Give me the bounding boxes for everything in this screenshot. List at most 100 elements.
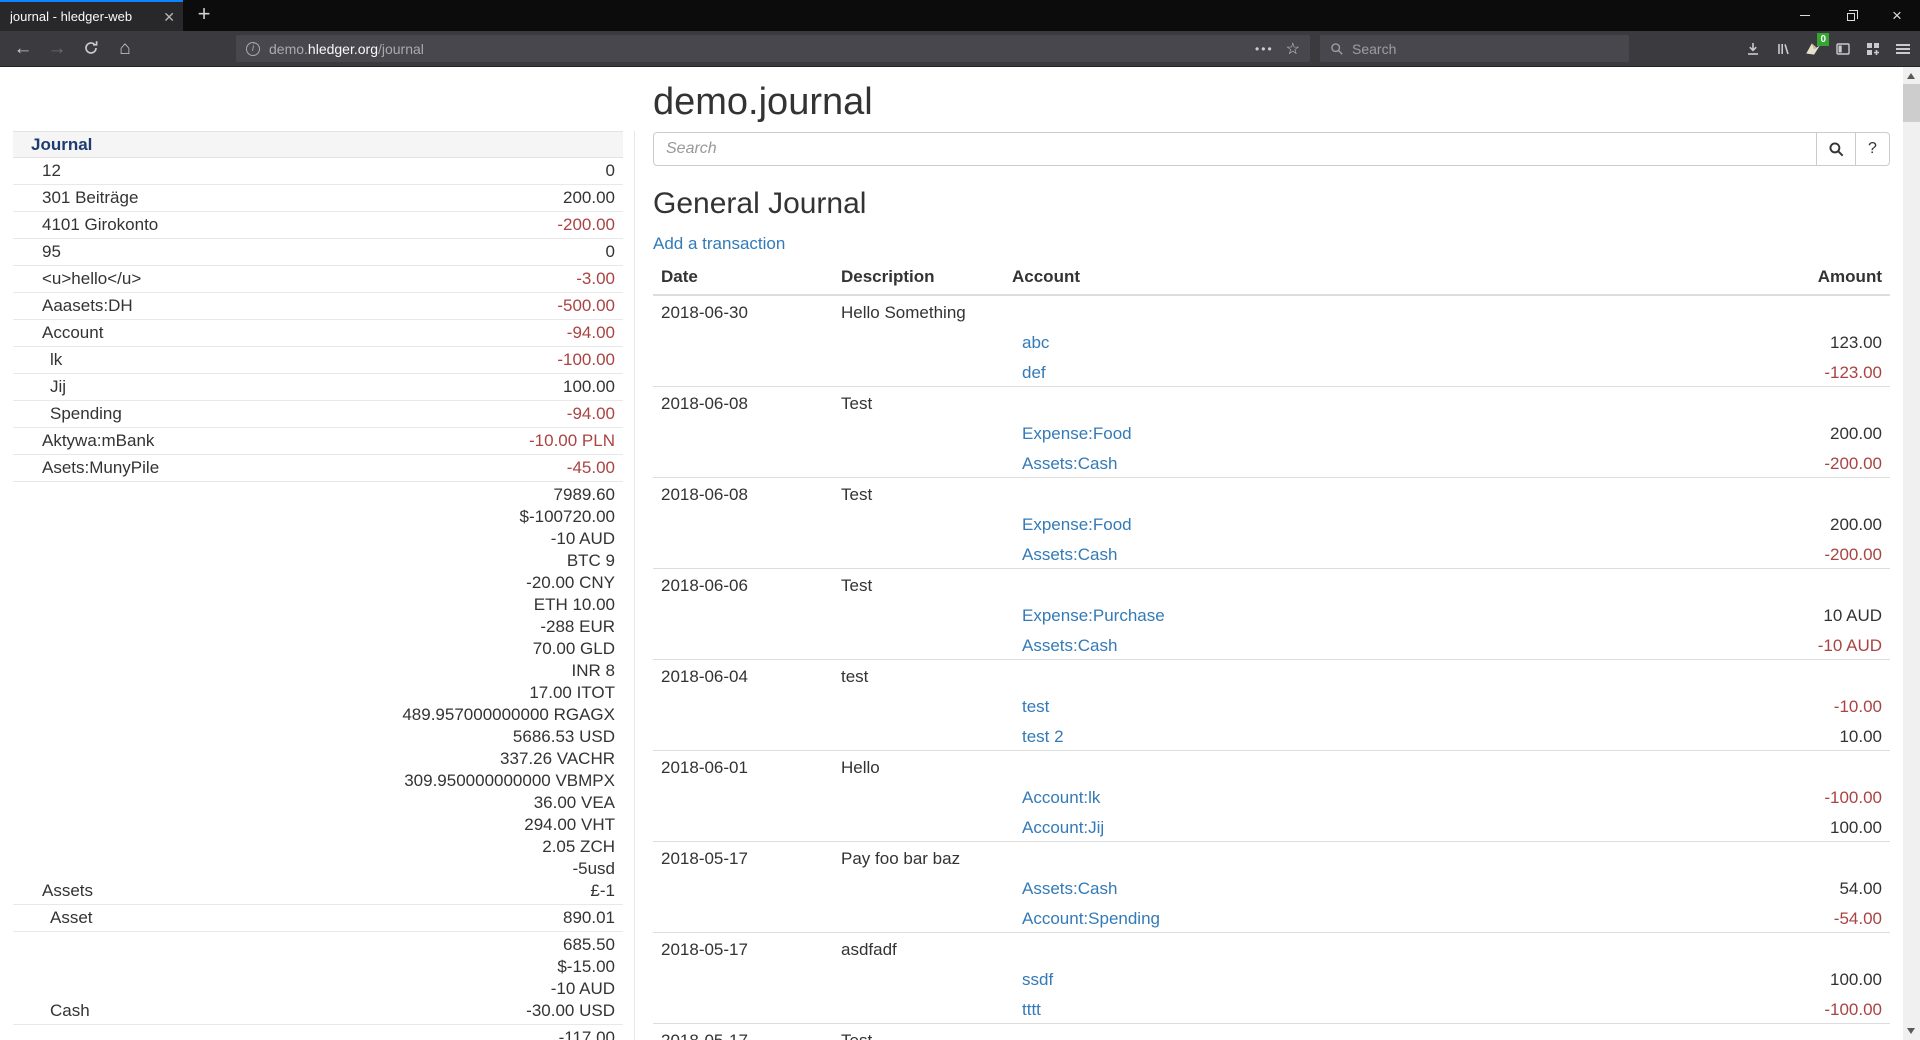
sidebar-account-row: Aaasets:DH -500.00 <box>13 293 623 320</box>
url-bar[interactable]: i demo.hledger.org/journal ••• ☆ <box>236 35 1310 62</box>
account-balance: 7989.60 <box>93 484 615 506</box>
sidebar-account-link[interactable]: Aaasets:DH <box>42 295 133 317</box>
journal-search-button[interactable] <box>1817 132 1856 166</box>
scrollbar-thumb[interactable] <box>1903 84 1920 122</box>
sidebar-account-link[interactable]: Spending <box>50 403 122 425</box>
transaction-title-row[interactable]: 2018-05-17 Pay foo bar baz <box>653 842 1890 872</box>
window-close-button[interactable]: × <box>1874 0 1920 31</box>
empty-cell <box>1012 842 1432 872</box>
reload-button[interactable] <box>74 38 108 60</box>
sidebar-account-link[interactable]: Assets <box>42 880 93 902</box>
sidebar-account-link[interactable]: 95 <box>42 241 61 263</box>
posting-account-link[interactable]: Expense:Purchase <box>1022 606 1165 625</box>
posting-account-link[interactable]: Assets:Cash <box>1022 454 1117 473</box>
posting-row: ssdf100.00 <box>653 963 1890 993</box>
accounts-sidebar: Journal 12 0 301 Beiträge 200.00 4101 Gi… <box>13 131 623 1040</box>
sidebar-account-link[interactable]: Account <box>42 322 103 344</box>
scroll-down-arrow-icon[interactable] <box>1907 1028 1915 1034</box>
transaction-title-row[interactable]: 2018-05-17 asdfadf <box>653 933 1890 963</box>
posting-account-link[interactable]: ssdf <box>1022 970 1053 989</box>
sidebar-toggle-icon <box>1835 41 1851 57</box>
transaction-title-row[interactable]: 2018-06-08 Test <box>653 387 1890 417</box>
window-restore-button[interactable] <box>1828 0 1874 31</box>
hamburger-icon <box>1896 44 1910 54</box>
posting-account-link[interactable]: Account:lk <box>1022 788 1100 807</box>
posting-account-link[interactable]: Expense:Food <box>1022 515 1132 534</box>
posting-row: Assets:Cash54.00 <box>653 872 1890 902</box>
transaction-title-row[interactable]: 2018-06-06 Test <box>653 569 1890 599</box>
new-tab-button[interactable]: + <box>188 0 220 31</box>
empty-cell <box>1012 478 1432 508</box>
search-help-button[interactable]: ? <box>1856 132 1890 166</box>
transaction-description: Pay foo bar baz <box>833 842 1012 872</box>
transaction-title-row[interactable]: 2018-06-08 Test <box>653 478 1890 508</box>
posting-account-link[interactable]: test <box>1022 697 1049 716</box>
sidebar-account-link[interactable]: Aktywa:mBank <box>42 430 154 452</box>
site-info-icon[interactable]: i <box>246 42 260 56</box>
sidebar-account-link[interactable]: 12 <box>42 160 61 182</box>
transaction-title-row[interactable]: 2018-06-04 test <box>653 660 1890 690</box>
posting-account-link[interactable]: tttt <box>1022 1000 1041 1019</box>
scroll-up-arrow-icon[interactable] <box>1907 73 1915 79</box>
posting-account-link[interactable]: Assets:Cash <box>1022 879 1117 898</box>
library-button[interactable] <box>1768 34 1798 64</box>
posting-account-link[interactable]: test 2 <box>1022 727 1064 746</box>
journal-search-input[interactable] <box>653 132 1817 166</box>
sidebar-account-row: <u>hello</u> -3.00 <box>13 266 623 293</box>
adblock-extension-button[interactable]: 0 <box>1798 34 1828 64</box>
tab-close-icon[interactable]: ✕ <box>163 10 175 24</box>
posting-row: Assets:Cash-200.00 <box>653 538 1890 568</box>
sidebar-account-link[interactable]: Asset <box>50 907 93 929</box>
transactions-body: 2018-06-30 Hello Something note:blah abc… <box>653 296 1890 1040</box>
sidebar-account-link[interactable]: 4101 Girokonto <box>42 214 158 236</box>
add-transaction-link[interactable]: Add a transaction <box>653 234 785 254</box>
home-button[interactable]: ⌂ <box>108 38 142 60</box>
grid-plus-icon <box>1865 41 1881 57</box>
posting-account-link[interactable]: Assets:Cash <box>1022 636 1117 655</box>
sidebar-account-link[interactable]: 301 Beiträge <box>42 187 138 209</box>
extensions-button[interactable] <box>1858 34 1888 64</box>
page-actions-icon[interactable]: ••• <box>1255 42 1274 56</box>
empty-cell <box>1012 296 1432 326</box>
sidebar-account-link[interactable]: lk <box>50 349 62 371</box>
back-button[interactable]: ← <box>6 38 40 60</box>
account-balance: £-1 <box>93 880 615 902</box>
account-balance: -288 EUR <box>93 616 615 638</box>
posting-account-link[interactable]: Account:Spending <box>1022 909 1160 928</box>
account-balance: 685.50 <box>90 934 615 956</box>
bookmark-star-icon[interactable]: ☆ <box>1286 39 1300 59</box>
posting-account-link[interactable]: def <box>1022 363 1046 382</box>
sidebar-account-balances: -10.00 PLN <box>154 430 615 452</box>
transaction-title-row[interactable]: 2018-06-01 Hello <box>653 751 1890 781</box>
transaction-title-row[interactable]: 2018-06-30 Hello Something note:blah <box>653 296 1890 326</box>
transaction-title-row[interactable]: 2018-05-17 Test <box>653 1024 1890 1040</box>
sidebar-account-link[interactable]: Asets:MunyPile <box>42 457 159 479</box>
menu-button[interactable] <box>1888 34 1918 64</box>
url-path: /journal <box>378 41 424 57</box>
window-minimize-button[interactable] <box>1782 0 1828 31</box>
posting-amount: 200.00 <box>1432 508 1890 538</box>
downloads-button[interactable] <box>1738 34 1768 64</box>
browser-tab[interactable]: journal - hledger-web ✕ <box>0 0 183 31</box>
empty-cell <box>1432 387 1890 417</box>
transaction: 2018-06-30 Hello Something note:blah abc… <box>653 296 1890 386</box>
sidebar-journal-link[interactable]: Journal <box>31 135 92 154</box>
empty-cell <box>1432 478 1890 508</box>
posting-row: def-123.00 <box>653 356 1890 386</box>
posting-account-link[interactable]: abc <box>1022 333 1049 352</box>
posting-account-link[interactable]: Account:Jij <box>1022 818 1104 837</box>
page-scrollbar[interactable] <box>1903 67 1920 1040</box>
account-balance: 70.00 GLD <box>93 638 615 660</box>
posting-account-link[interactable]: Expense:Food <box>1022 424 1132 443</box>
posting-account-link[interactable]: Assets:Cash <box>1022 545 1117 564</box>
sidebar-account-link[interactable]: Cash <box>50 1000 90 1022</box>
transaction-date: 2018-06-04 <box>653 660 833 690</box>
sidebar-account-link[interactable]: <u>hello</u> <box>42 268 141 290</box>
sidebar-account-link[interactable]: Jij <box>50 376 66 398</box>
forward-button[interactable]: → <box>40 38 74 60</box>
browser-search-field[interactable]: Search <box>1320 35 1629 62</box>
account-balance: 309.950000000000 VBMPX <box>93 770 615 792</box>
toolbar-icons: 0 <box>1738 31 1918 67</box>
empty-cell <box>1432 660 1890 690</box>
sidebars-button[interactable] <box>1828 34 1858 64</box>
